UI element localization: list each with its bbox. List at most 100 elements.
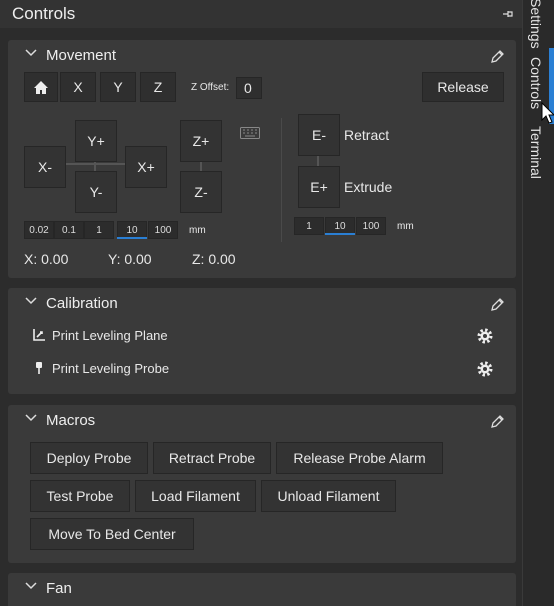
step-label: 1 [96, 224, 102, 236]
probe-icon [36, 362, 42, 374]
macro-test-probe-button[interactable]: Test Probe [30, 480, 130, 512]
step-label: 100 [154, 224, 172, 236]
extrude-plus-label: E+ [310, 179, 328, 195]
zoffset-value: 0 [244, 80, 252, 96]
pencil-icon[interactable] [490, 49, 505, 64]
home-x-label: X [73, 79, 83, 95]
jog-y-plus-button[interactable]: Y+ [75, 120, 117, 162]
mouse-cursor-icon [541, 102, 554, 124]
calibration-panel: Calibration Print Leveling Plane Print L… [8, 288, 516, 394]
step-option[interactable]: 1 [84, 221, 114, 239]
step-label: 0.02 [29, 224, 49, 236]
macro-label: Release Probe Alarm [293, 450, 426, 466]
jog-z-plus-label: Z+ [192, 133, 210, 149]
chevron-down-icon[interactable] [25, 414, 37, 422]
window-titlebar: Controls [0, 0, 522, 28]
position-x: X: 0.00 [24, 251, 69, 267]
home-z-button[interactable]: Z [140, 72, 176, 102]
zoffset-field[interactable]: 0 [236, 77, 262, 99]
step-label: 10 [126, 224, 138, 236]
home-button[interactable] [24, 72, 58, 102]
chevron-down-icon[interactable] [25, 582, 37, 590]
controls-window: Controls Movement X Y Z Z Offset: 0 Rele… [0, 0, 522, 606]
jog-y-minus-button[interactable]: Y- [75, 171, 117, 213]
extrude-step-label: 100 [362, 220, 380, 232]
fan-header[interactable]: Fan [8, 573, 516, 603]
chevron-down-icon[interactable] [25, 49, 37, 57]
macros-header[interactable]: Macros [8, 405, 516, 435]
window-title: Controls [12, 4, 76, 23]
tab-terminal[interactable]: Terminal [528, 126, 544, 179]
jog-connector [65, 163, 127, 165]
keyboard-icon[interactable] [240, 127, 260, 139]
gear-icon[interactable] [476, 360, 494, 378]
gear-icon[interactable] [476, 327, 494, 345]
jog-x-plus-button[interactable]: X+ [125, 146, 167, 188]
step-option[interactable]: 0.02 [24, 221, 54, 239]
macro-label: Retract Probe [168, 450, 256, 466]
extrude-plus-button[interactable]: E+ [298, 166, 340, 208]
macro-unload-filament-button[interactable]: Unload Filament [261, 480, 396, 512]
axes-icon [33, 329, 45, 341]
tab-settings[interactable]: Settings [528, 0, 544, 49]
macro-retract-probe-button[interactable]: Retract Probe [153, 442, 271, 474]
jog-z-minus-label: Z- [194, 184, 208, 200]
extrude-step-option[interactable]: 1 [294, 217, 324, 235]
macro-deploy-probe-button[interactable]: Deploy Probe [30, 442, 148, 474]
calibration-item[interactable]: Print Leveling Plane [8, 324, 516, 350]
jog-z-minus-button[interactable]: Z- [180, 171, 222, 213]
extrude-step-label: 10 [334, 220, 346, 232]
pencil-icon[interactable] [490, 414, 505, 429]
calibration-header[interactable]: Calibration [8, 288, 516, 318]
zoffset-label: Z Offset: [191, 82, 230, 93]
macro-label: Test Probe [46, 488, 114, 504]
jog-x-minus-label: X- [38, 159, 52, 175]
home-y-button[interactable]: Y [100, 72, 136, 102]
release-button[interactable]: Release [422, 72, 504, 102]
jog-y-plus-label: Y+ [87, 133, 105, 149]
macro-load-filament-button[interactable]: Load Filament [135, 480, 256, 512]
calibration-item-label: Print Leveling Probe [52, 361, 170, 376]
jog-x-plus-label: X+ [137, 159, 155, 175]
position-z: Z: 0.00 [192, 251, 236, 267]
chevron-down-icon[interactable] [25, 297, 37, 305]
macro-move-to-bed-center-button[interactable]: Move To Bed Center [30, 518, 194, 550]
step-option[interactable]: 100 [148, 221, 178, 239]
macro-label: Move To Bed Center [48, 526, 176, 542]
section-divider [281, 118, 282, 242]
home-icon [34, 80, 48, 94]
macro-release-probe-alarm-button[interactable]: Release Probe Alarm [276, 442, 443, 474]
extrude-step-label: 1 [306, 220, 312, 232]
home-y-label: Y [113, 79, 123, 95]
extrude-label: Extrude [344, 179, 393, 195]
macro-label: Load Filament [151, 488, 240, 504]
jog-z-plus-button[interactable]: Z+ [180, 120, 222, 162]
pin-icon[interactable] [502, 8, 514, 20]
home-x-button[interactable]: X [60, 72, 96, 102]
step-option[interactable]: 0.1 [54, 221, 84, 239]
calibration-title: Calibration [46, 295, 118, 312]
extrude-step-unit: mm [397, 221, 414, 232]
home-z-label: Z [153, 79, 163, 95]
macro-label: Deploy Probe [46, 450, 132, 466]
movement-title: Movement [46, 47, 117, 64]
macro-label: Unload Filament [277, 488, 380, 504]
extrude-step-selected-indicator [325, 233, 355, 235]
step-label: 0.1 [62, 224, 76, 236]
jog-x-minus-button[interactable]: X- [24, 146, 66, 188]
jog-y-minus-label: Y- [89, 184, 103, 200]
step-selected-indicator [117, 237, 147, 239]
step-unit: mm [189, 225, 206, 236]
position-y: Y: 0.00 [108, 251, 152, 267]
extrude-minus-button[interactable]: E- [298, 114, 340, 156]
retract-label: Retract [344, 127, 390, 143]
movement-panel: Movement X Y Z Z Offset: 0 Release X- Y+… [8, 40, 516, 278]
calibration-item-label: Print Leveling Plane [52, 328, 168, 343]
calibration-item[interactable]: Print Leveling Probe [8, 357, 516, 383]
side-tab-strip: Settings Controls Terminal [522, 0, 554, 606]
pencil-icon[interactable] [490, 297, 505, 312]
extrude-step-option[interactable]: 100 [356, 217, 386, 235]
fan-title: Fan [46, 580, 72, 597]
movement-header[interactable]: Movement [8, 40, 516, 70]
release-label: Release [437, 79, 489, 95]
